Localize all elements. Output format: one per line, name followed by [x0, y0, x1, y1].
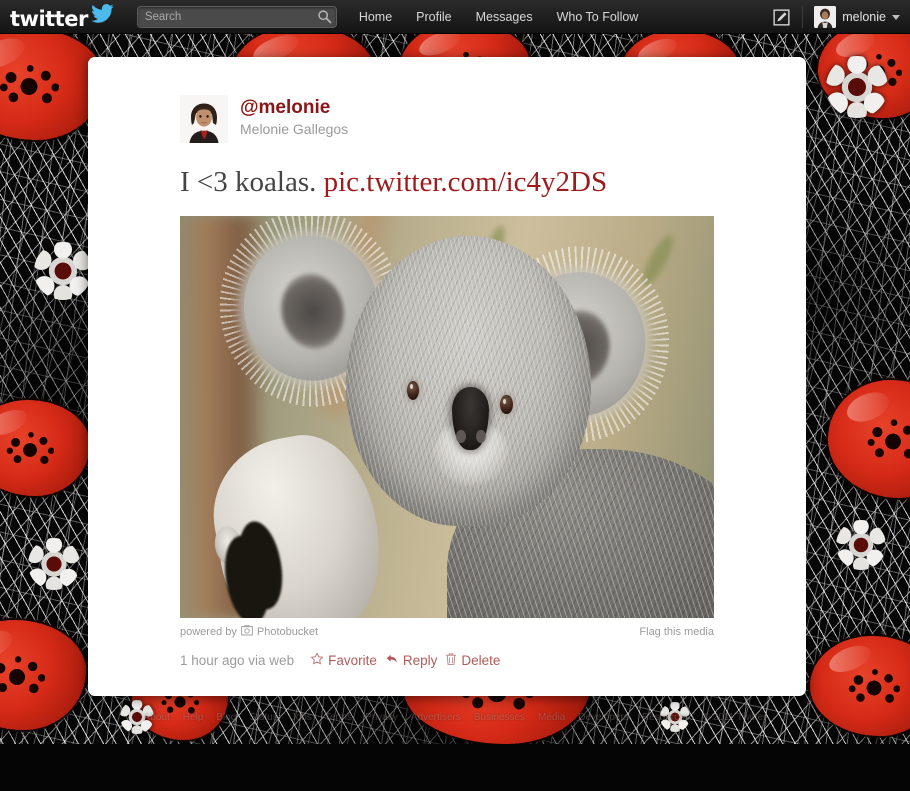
powered-by-label: powered by	[180, 626, 237, 638]
chevron-down-icon	[892, 15, 900, 20]
tweet-actions: 1 hour ago via web Favorite	[180, 652, 806, 669]
photobucket-label: Photobucket	[257, 626, 318, 638]
koala-head	[346, 236, 592, 525]
footer-link-developers[interactable]: Developers	[578, 712, 629, 723]
white-flower	[34, 242, 92, 300]
footer-link-blog[interactable]: Blog	[216, 712, 236, 723]
author-avatar[interactable]	[180, 95, 228, 143]
footer-link-status[interactable]: Status	[249, 712, 277, 723]
koala-eye-right	[500, 395, 512, 414]
trash-icon	[445, 652, 457, 669]
footer-link-advertisers[interactable]: Advertisers	[411, 712, 461, 723]
koala-eye-left	[407, 381, 419, 400]
twitter-logo[interactable]: twitter	[10, 4, 114, 30]
reply-label: Reply	[403, 653, 438, 668]
media-meta-row: powered by Photobucket Flag this media	[180, 625, 714, 639]
compose-tweet-icon[interactable]	[771, 7, 791, 27]
bottom-black-band	[0, 744, 910, 791]
footer-link-about[interactable]: About	[144, 712, 170, 723]
delete-button[interactable]: Delete	[445, 652, 500, 669]
nav-link-who-to-follow[interactable]: Who To Follow	[557, 10, 639, 24]
white-flower	[826, 56, 888, 118]
twitter-page: twitter Home Profile Messages Who To Fol…	[0, 0, 910, 791]
footer-link-help[interactable]: Help	[183, 712, 204, 723]
footer-link-jobs[interactable]: Jobs	[291, 712, 312, 723]
twitter-bird-icon	[90, 4, 114, 29]
photobucket-icon	[241, 625, 253, 639]
delete-label: Delete	[461, 653, 500, 668]
user-menu[interactable]: melonie	[814, 6, 902, 28]
tweet: @melonie Melonie Gallegos I <3 koalas. p…	[88, 57, 806, 669]
top-navigation-bar: twitter Home Profile Messages Who To Fol…	[0, 0, 910, 34]
footer-link-media[interactable]: Media	[538, 712, 565, 723]
reply-button[interactable]: Reply	[385, 652, 438, 669]
tweet-full-name: Melonie Gallegos	[240, 120, 348, 139]
tweet-header: @melonie Melonie Gallegos	[180, 95, 806, 143]
flag-media-link[interactable]: Flag this media	[639, 626, 714, 638]
twitter-logo-text: twitter	[10, 9, 88, 30]
white-flower	[28, 538, 80, 590]
search-box	[137, 6, 337, 28]
user-menu-label: melonie	[842, 10, 886, 24]
koala-photo[interactable]	[180, 216, 714, 618]
author-info: @melonie Melonie Gallegos	[240, 95, 348, 139]
reply-arrow-icon	[385, 652, 399, 669]
primary-navigation: Home Profile Messages Who To Follow	[359, 10, 639, 24]
tweet-text: I <3 koalas. pic.twitter.com/ic4y2DS	[180, 165, 806, 199]
tweet-screen-name[interactable]: @melonie	[240, 97, 330, 118]
avatar	[814, 6, 836, 28]
white-flower	[836, 520, 886, 570]
topbar-divider	[802, 6, 803, 28]
nav-link-home[interactable]: Home	[359, 10, 392, 24]
footer-link-terms[interactable]: Terms	[325, 712, 352, 723]
footer-copyright: © 2011 Twitter	[703, 712, 767, 723]
tweet-media-link[interactable]: pic.twitter.com/ic4y2DS	[324, 166, 608, 198]
footer-link-businesses[interactable]: Businesses	[474, 712, 525, 723]
tweet-text-body: I <3 koalas.	[180, 166, 324, 198]
search-input[interactable]	[137, 6, 337, 28]
footer-links: About Help Blog Status Jobs Terms Privac…	[0, 712, 910, 723]
tweet-timestamp: 1 hour ago via web	[180, 653, 294, 668]
topbar-right-group: melonie	[771, 0, 902, 34]
favorite-button[interactable]: Favorite	[310, 652, 377, 669]
nav-link-messages[interactable]: Messages	[476, 10, 533, 24]
koala-nose	[452, 387, 489, 451]
tweet-permalink-card: @melonie Melonie Gallegos I <3 koalas. p…	[88, 57, 806, 696]
footer-link-privacy[interactable]: Privacy	[365, 712, 398, 723]
nav-link-profile[interactable]: Profile	[416, 10, 451, 24]
photobucket-attribution: powered by Photobucket	[180, 625, 318, 639]
footer-link-resources[interactable]: Resources	[642, 712, 690, 723]
star-icon	[310, 652, 324, 669]
favorite-label: Favorite	[328, 653, 377, 668]
